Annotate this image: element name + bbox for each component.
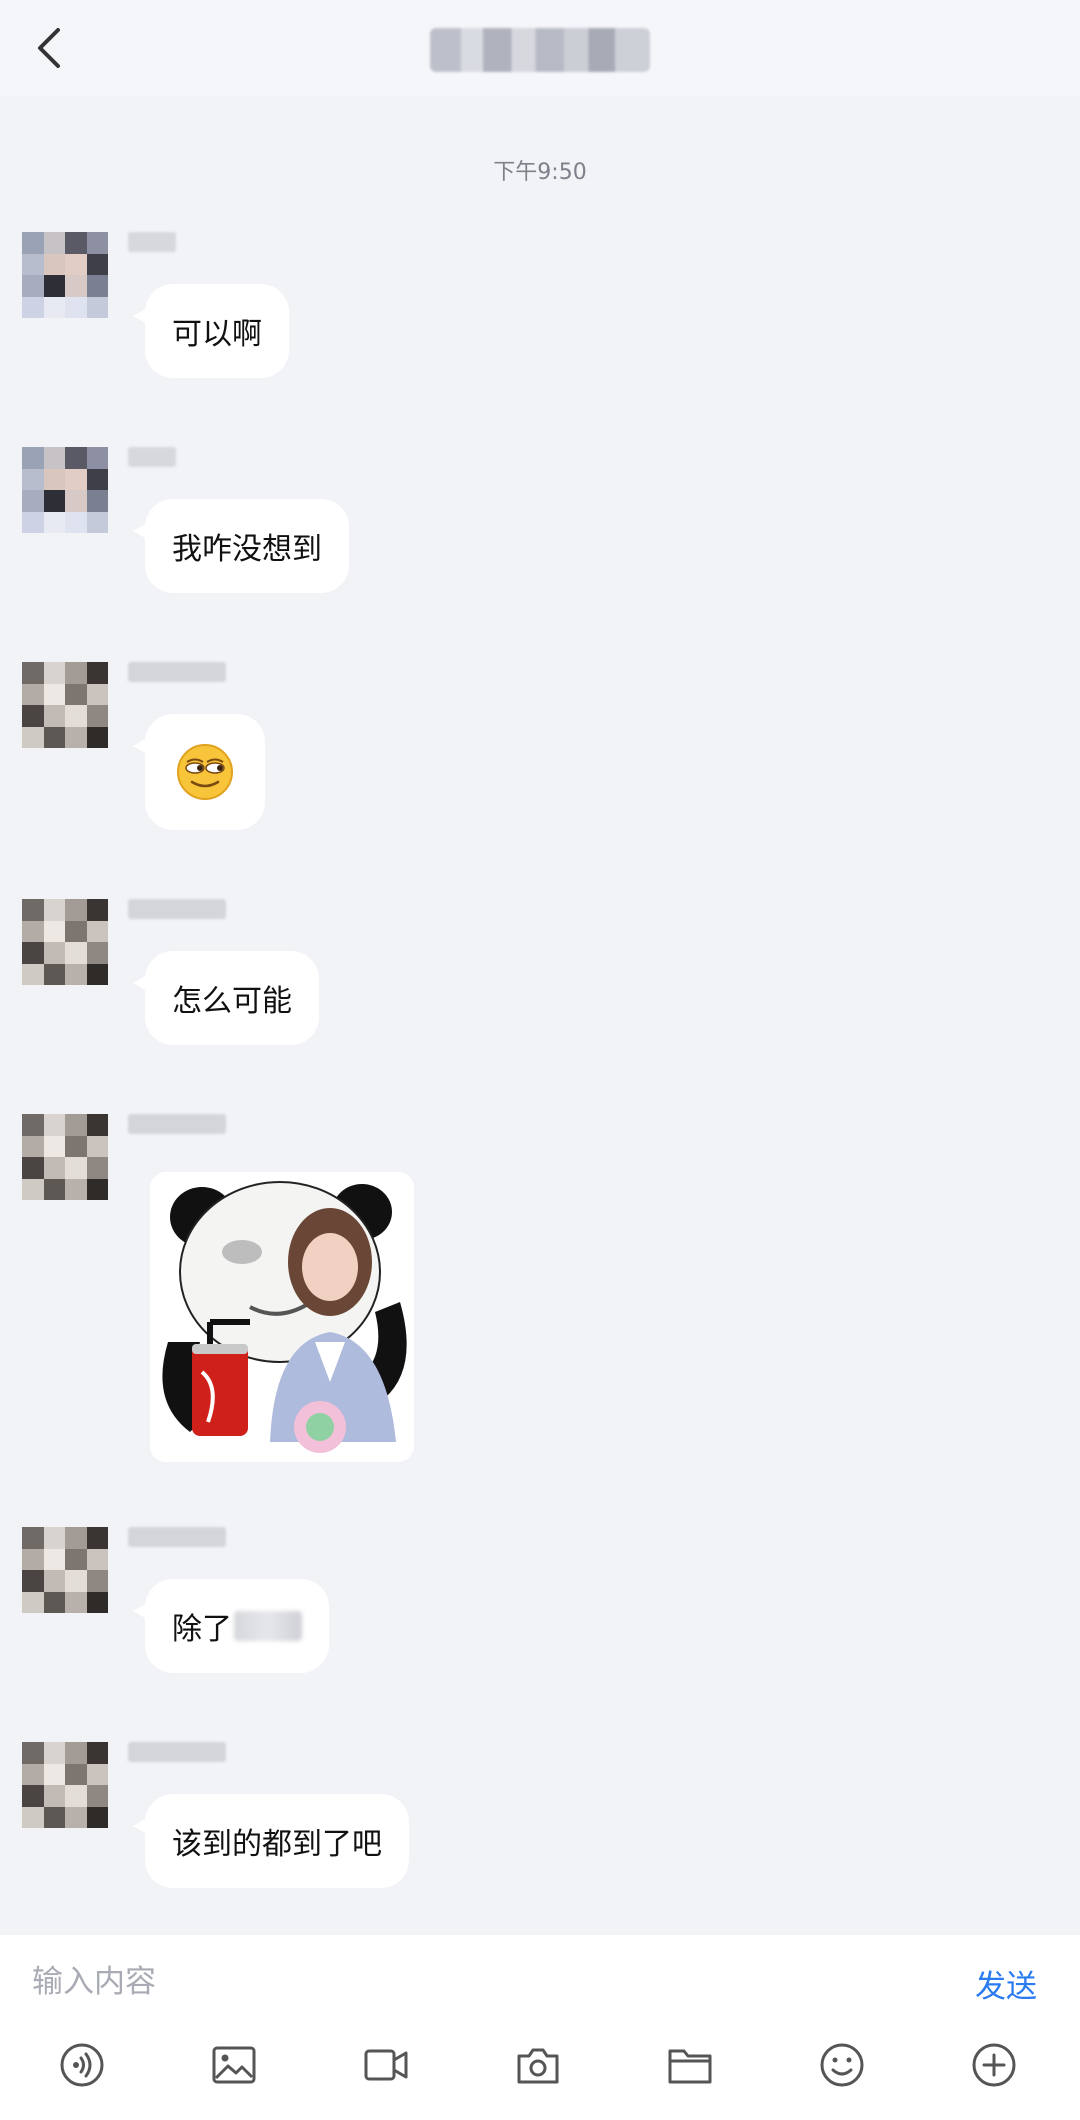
voice-button[interactable]	[52, 2035, 112, 2095]
sender-name	[128, 447, 176, 467]
sticker-image[interactable]	[150, 1172, 414, 1462]
message-bubble[interactable]: 可以啊	[133, 284, 289, 378]
message-text: 我咋没想到	[172, 532, 322, 567]
message-text: 该到的都到了吧	[172, 1827, 382, 1862]
emoji-icon	[820, 2043, 864, 2087]
camera-button[interactable]	[508, 2035, 568, 2095]
toolbar	[0, 2035, 1080, 2105]
message-text: 除了	[172, 1612, 232, 1647]
smirk-emoji-icon	[177, 744, 233, 800]
video-icon	[364, 2049, 408, 2081]
top-bar	[0, 0, 1080, 96]
video-button[interactable]	[356, 2035, 416, 2095]
message-bubble[interactable]: 我咋没想到	[133, 499, 349, 593]
message-bubble[interactable]: 该到的都到了吧	[133, 1794, 409, 1888]
message-text: 怎么可能	[172, 984, 292, 1019]
avatar[interactable]	[22, 899, 108, 985]
avatar[interactable]	[22, 1742, 108, 1828]
send-button[interactable]: 发送	[975, 1961, 1037, 2006]
sender-name	[128, 1742, 226, 1762]
message-timestamp: 下午9:50	[493, 160, 587, 185]
avatar[interactable]	[22, 1527, 108, 1613]
plus-icon	[972, 2043, 1016, 2087]
folder-icon	[668, 2049, 712, 2084]
chat-title	[430, 28, 650, 72]
message-bubble[interactable]: 怎么可能	[133, 951, 319, 1045]
plus-button[interactable]	[964, 2035, 1024, 2095]
sender-name	[128, 1114, 226, 1134]
message-text: 可以啊	[172, 317, 262, 352]
sender-name	[128, 1527, 226, 1547]
sender-name	[128, 899, 226, 919]
emoji-button[interactable]	[812, 2035, 872, 2095]
image-icon	[212, 2046, 256, 2084]
image-button[interactable]	[204, 2035, 264, 2095]
avatar[interactable]	[22, 447, 108, 533]
redacted-text	[234, 1611, 302, 1641]
message-bubble[interactable]	[133, 714, 265, 830]
sender-name	[128, 232, 176, 252]
voice-icon	[60, 2043, 104, 2087]
message-input[interactable]	[32, 1957, 932, 2007]
camera-icon	[517, 2048, 559, 2084]
folder-button[interactable]	[660, 2035, 720, 2095]
message-bubble[interactable]: 除了	[133, 1579, 329, 1673]
panda-meme-sticker-icon	[150, 1172, 414, 1462]
message-composer: 发送	[0, 1935, 1080, 2120]
sender-name	[128, 662, 226, 682]
chevron-left-icon	[38, 28, 60, 68]
avatar[interactable]	[22, 662, 108, 748]
avatar[interactable]	[22, 1114, 108, 1200]
back-button[interactable]	[18, 20, 78, 76]
avatar[interactable]	[22, 232, 108, 318]
